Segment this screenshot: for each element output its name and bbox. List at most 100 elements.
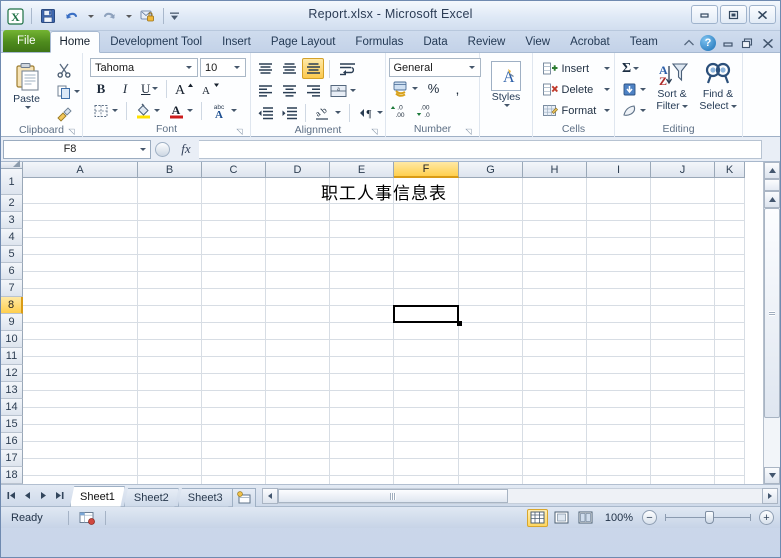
cell-K15[interactable] bbox=[715, 425, 745, 442]
cell-K17[interactable] bbox=[715, 459, 745, 476]
zoom-out-button[interactable]: − bbox=[642, 510, 657, 525]
horizontal-scroll-thumb[interactable] bbox=[277, 488, 508, 503]
font-size-combo[interactable]: 10 bbox=[200, 58, 246, 77]
cell-K7[interactable] bbox=[715, 289, 745, 306]
cell-H6[interactable] bbox=[523, 272, 587, 289]
cell-D6[interactable] bbox=[266, 272, 330, 289]
cell-K2[interactable] bbox=[715, 204, 745, 221]
font-dialog-launcher[interactable]: ◹ bbox=[235, 127, 244, 136]
cell-B11[interactable] bbox=[138, 357, 202, 374]
cell-A7[interactable] bbox=[23, 289, 138, 306]
name-box[interactable]: F8 bbox=[3, 139, 151, 159]
tab-view[interactable]: View bbox=[515, 31, 560, 52]
cell-J2[interactable] bbox=[651, 204, 715, 221]
column-header-i[interactable]: I bbox=[587, 162, 651, 178]
number-dialog-launcher[interactable]: ◹ bbox=[464, 127, 473, 136]
formula-input[interactable] bbox=[199, 139, 762, 159]
cell-E17[interactable] bbox=[330, 459, 394, 476]
cell-A15[interactable] bbox=[23, 425, 138, 442]
cell-C16[interactable] bbox=[202, 442, 266, 459]
alignment-dialog-launcher[interactable]: ◹ bbox=[370, 127, 379, 136]
cell-K16[interactable] bbox=[715, 442, 745, 459]
cell-H8[interactable] bbox=[523, 306, 587, 323]
cell-K8[interactable] bbox=[715, 306, 745, 323]
row-header-13[interactable]: 13 bbox=[1, 382, 23, 399]
cell-K3[interactable] bbox=[715, 221, 745, 238]
cell-K5[interactable] bbox=[715, 255, 745, 272]
cell-B2[interactable] bbox=[138, 204, 202, 221]
cell-A10[interactable] bbox=[23, 340, 138, 357]
cell-I15[interactable] bbox=[587, 425, 651, 442]
column-header-e[interactable]: E bbox=[330, 162, 394, 178]
vertical-scroll-thumb[interactable] bbox=[764, 208, 780, 418]
column-header-b[interactable]: B bbox=[138, 162, 202, 178]
row-header-5[interactable]: 5 bbox=[1, 246, 23, 263]
cell-C8[interactable] bbox=[202, 306, 266, 323]
cell-C14[interactable] bbox=[202, 408, 266, 425]
cell-A4[interactable] bbox=[23, 238, 138, 255]
zoom-in-button[interactable]: + bbox=[759, 510, 774, 525]
cell-H13[interactable] bbox=[523, 391, 587, 408]
cell-J5[interactable] bbox=[651, 255, 715, 272]
row-header-1[interactable]: 1 bbox=[1, 169, 23, 195]
cell-J6[interactable] bbox=[651, 272, 715, 289]
cell-B7[interactable] bbox=[138, 289, 202, 306]
cell-D7[interactable] bbox=[266, 289, 330, 306]
cell-G18[interactable] bbox=[459, 476, 523, 484]
insert-function-icon[interactable]: fx bbox=[173, 141, 199, 157]
cell-A6[interactable] bbox=[23, 272, 138, 289]
underline-button[interactable]: U bbox=[138, 78, 161, 99]
cell-H4[interactable] bbox=[523, 238, 587, 255]
cell-G4[interactable] bbox=[459, 238, 523, 255]
cell-K14[interactable] bbox=[715, 408, 745, 425]
cell-B18[interactable] bbox=[138, 476, 202, 484]
row-header-8[interactable]: 8 bbox=[1, 297, 23, 314]
cell-A5[interactable] bbox=[23, 255, 138, 272]
borders-button[interactable] bbox=[90, 100, 121, 121]
grow-font-icon[interactable]: A bbox=[172, 78, 196, 99]
cell-B16[interactable] bbox=[138, 442, 202, 459]
cell-G9[interactable] bbox=[459, 323, 523, 340]
cell-I13[interactable] bbox=[587, 391, 651, 408]
copy-button[interactable] bbox=[53, 81, 83, 102]
font-name-combo[interactable]: Tahoma bbox=[90, 58, 198, 77]
cell-G12[interactable] bbox=[459, 374, 523, 391]
cell-A2[interactable] bbox=[23, 204, 138, 221]
cell-G15[interactable] bbox=[459, 425, 523, 442]
row-header-3[interactable]: 3 bbox=[1, 212, 23, 229]
cell-J18[interactable] bbox=[651, 476, 715, 484]
cell-H10[interactable] bbox=[523, 340, 587, 357]
cell-F14[interactable] bbox=[394, 408, 459, 425]
row-header-2[interactable]: 2 bbox=[1, 195, 23, 212]
cell-H12[interactable] bbox=[523, 374, 587, 391]
orientation-button[interactable]: a b bbox=[311, 102, 344, 123]
text-direction-button[interactable]: ¶ bbox=[355, 102, 386, 123]
cell-F16[interactable] bbox=[394, 442, 459, 459]
cell-J9[interactable] bbox=[651, 323, 715, 340]
cell-E16[interactable] bbox=[330, 442, 394, 459]
tab-review[interactable]: Review bbox=[458, 31, 516, 52]
cell-F13[interactable] bbox=[394, 391, 459, 408]
cell-H17[interactable] bbox=[523, 459, 587, 476]
vertical-scroll-track[interactable] bbox=[764, 208, 780, 467]
row-header-6[interactable]: 6 bbox=[1, 263, 23, 280]
number-format-dropdown-icon[interactable] bbox=[466, 66, 478, 69]
cell-A11[interactable] bbox=[23, 357, 138, 374]
cell-E15[interactable] bbox=[330, 425, 394, 442]
insert-cells-button[interactable]: Insert bbox=[539, 58, 613, 79]
row-header-14[interactable]: 14 bbox=[1, 399, 23, 416]
format-cells-button[interactable]: Format bbox=[539, 100, 613, 121]
cell-D13[interactable] bbox=[266, 391, 330, 408]
cell-E14[interactable] bbox=[330, 408, 394, 425]
decrease-indent-icon[interactable] bbox=[254, 102, 276, 123]
cell-D17[interactable] bbox=[266, 459, 330, 476]
normal-view-button[interactable] bbox=[527, 508, 548, 527]
sheet-tab-sheet1[interactable]: Sheet1 bbox=[70, 485, 125, 507]
cell-J4[interactable] bbox=[651, 238, 715, 255]
cell-G16[interactable] bbox=[459, 442, 523, 459]
cell-C2[interactable] bbox=[202, 204, 266, 221]
cell-C6[interactable] bbox=[202, 272, 266, 289]
cell-I4[interactable] bbox=[587, 238, 651, 255]
align-left-icon[interactable] bbox=[254, 80, 276, 101]
cell-E11[interactable] bbox=[330, 357, 394, 374]
